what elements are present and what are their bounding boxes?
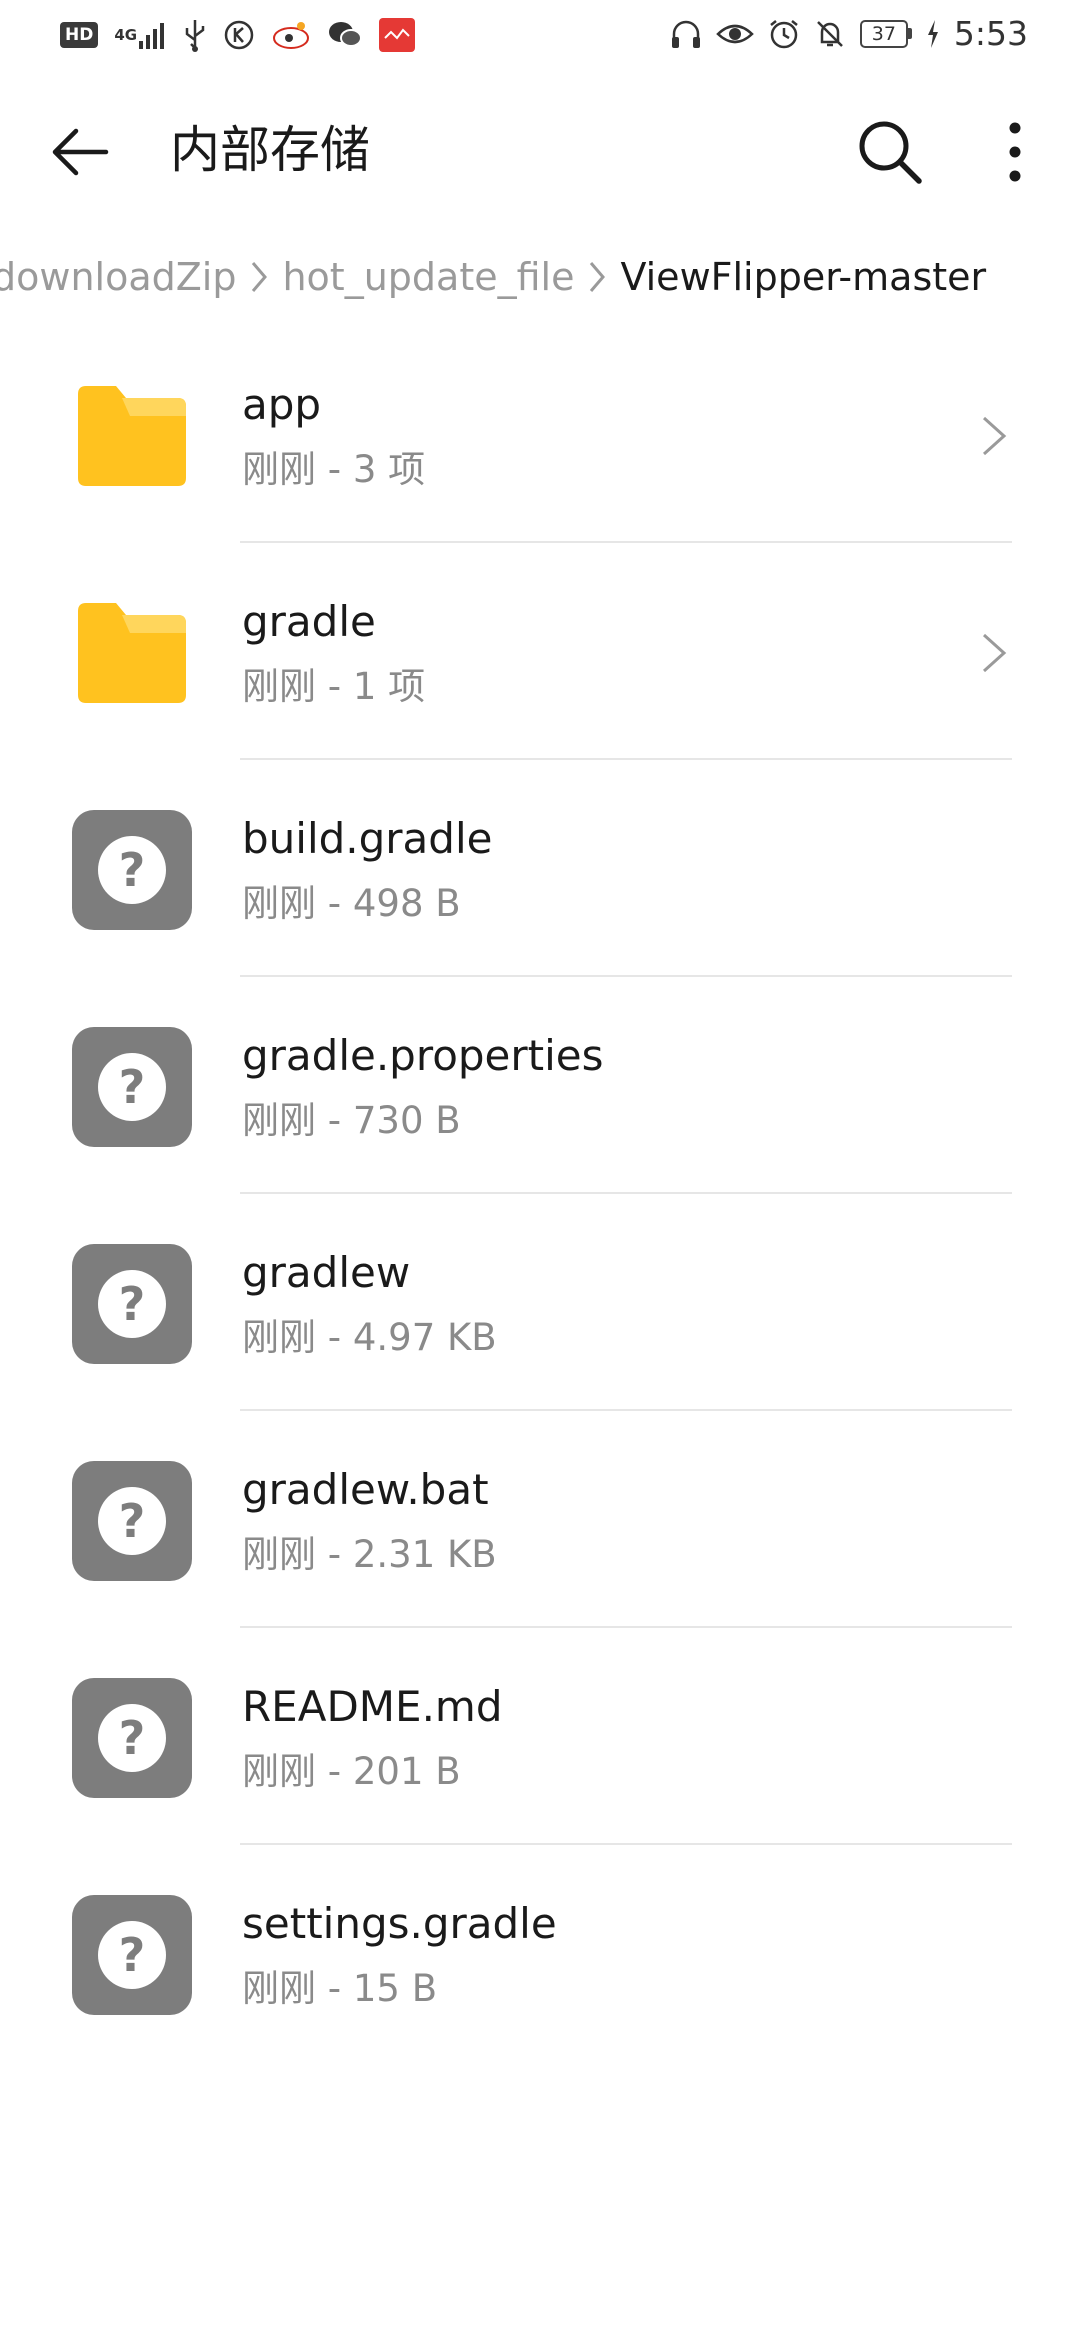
file-meta: 刚刚 - 498 B bbox=[242, 882, 461, 925]
file-name: gradlew.bat bbox=[242, 1465, 489, 1514]
chevron-right-icon bbox=[250, 260, 268, 294]
list-item-file-build-gradle[interactable]: ? build.gradle 刚刚 - 498 B bbox=[0, 760, 1080, 977]
list-item-file-gradlew-bat[interactable]: ? gradlew.bat 刚刚 - 2.31 KB bbox=[0, 1411, 1080, 1628]
file-name: gradle bbox=[242, 597, 376, 646]
more-vertical-icon bbox=[1009, 122, 1021, 182]
unknown-file-icon: ? bbox=[72, 1895, 192, 2015]
eye-icon bbox=[716, 20, 754, 48]
folder-icon bbox=[72, 593, 192, 713]
file-meta: 刚刚 - 730 B bbox=[242, 1099, 461, 1142]
file-meta: 刚刚 - 4.97 KB bbox=[242, 1316, 497, 1359]
file-name: gradlew bbox=[242, 1248, 411, 1297]
folder-icon bbox=[72, 376, 192, 496]
k-app-icon bbox=[223, 19, 255, 51]
breadcrumb-item-current[interactable]: ViewFlipper-master bbox=[620, 255, 986, 299]
file-name: README.md bbox=[242, 1682, 503, 1731]
file-meta: 刚刚 - 3 项 bbox=[242, 448, 426, 491]
unknown-file-icon: ? bbox=[72, 1461, 192, 1581]
back-button[interactable] bbox=[40, 112, 120, 192]
file-meta: 刚刚 - 201 B bbox=[242, 1750, 461, 1793]
wechat-icon bbox=[327, 20, 363, 50]
status-left: HD 4G bbox=[60, 18, 416, 52]
file-meta: 刚刚 - 1 项 bbox=[242, 665, 426, 708]
status-right: 37 5:53 bbox=[670, 14, 1028, 53]
alarm-icon bbox=[768, 18, 800, 50]
file-name: settings.gradle bbox=[242, 1899, 557, 1948]
headphones-icon bbox=[670, 19, 702, 49]
sina-weibo-icon bbox=[271, 20, 311, 50]
chevron-right-icon bbox=[588, 260, 606, 294]
page-title: 内部存储 bbox=[170, 121, 370, 179]
file-name: gradle.properties bbox=[242, 1031, 604, 1080]
charging-icon bbox=[926, 19, 940, 48]
file-name: app bbox=[242, 380, 322, 429]
usb-icon bbox=[183, 18, 207, 52]
unknown-file-icon: ? bbox=[72, 810, 192, 930]
status-time: 5:53 bbox=[953, 14, 1028, 53]
unknown-file-icon: ? bbox=[72, 1678, 192, 1798]
chevron-right-icon bbox=[982, 633, 1007, 673]
list-item-file-gradlew[interactable]: ? gradlew 刚刚 - 4.97 KB bbox=[0, 1194, 1080, 1411]
list-item-file-readme-md[interactable]: ? README.md 刚刚 - 201 B bbox=[0, 1628, 1080, 1845]
battery-icon: 37 bbox=[859, 19, 912, 48]
list-item-file-gradle-properties[interactable]: ? gradle.properties 刚刚 - 730 B bbox=[0, 977, 1080, 1194]
list-item-file-settings-gradle[interactable]: ? settings.gradle 刚刚 - 15 B bbox=[0, 1845, 1080, 2062]
app-bar: 内部存储 bbox=[0, 90, 1080, 210]
search-button[interactable] bbox=[850, 112, 930, 192]
file-meta: 刚刚 - 2.31 KB bbox=[242, 1533, 497, 1576]
back-arrow-icon bbox=[52, 128, 109, 176]
chevron-right-icon bbox=[982, 416, 1007, 456]
signal-icon: 4G bbox=[114, 21, 167, 49]
list-item-folder-app[interactable]: app 刚刚 - 3 项 bbox=[0, 326, 1080, 543]
more-options-button[interactable] bbox=[980, 112, 1050, 192]
notification-app-icon bbox=[379, 18, 416, 52]
file-list: app 刚刚 - 3 项 gradle 刚刚 - 1 项 ? build.gra… bbox=[0, 326, 1080, 2062]
file-name: build.gradle bbox=[242, 814, 493, 863]
hd-badge: HD bbox=[60, 22, 99, 48]
breadcrumb-item-hot-update-file[interactable]: hot_update_file bbox=[282, 255, 574, 299]
file-meta: 刚刚 - 15 B bbox=[242, 1967, 438, 2010]
search-icon bbox=[859, 121, 922, 184]
unknown-file-icon: ? bbox=[72, 1244, 192, 1364]
breadcrumb: downloadZip hot_update_file ViewFlipper-… bbox=[0, 242, 1080, 312]
status-bar: HD 4G 37 5:53 bbox=[0, 0, 1080, 76]
mute-bell-icon bbox=[814, 18, 846, 50]
network-type: 4G bbox=[114, 25, 138, 44]
breadcrumb-item-downloadzip[interactable]: downloadZip bbox=[0, 255, 236, 299]
battery-level: 37 bbox=[859, 19, 908, 48]
unknown-file-icon: ? bbox=[72, 1027, 192, 1147]
list-item-folder-gradle[interactable]: gradle 刚刚 - 1 项 bbox=[0, 543, 1080, 760]
